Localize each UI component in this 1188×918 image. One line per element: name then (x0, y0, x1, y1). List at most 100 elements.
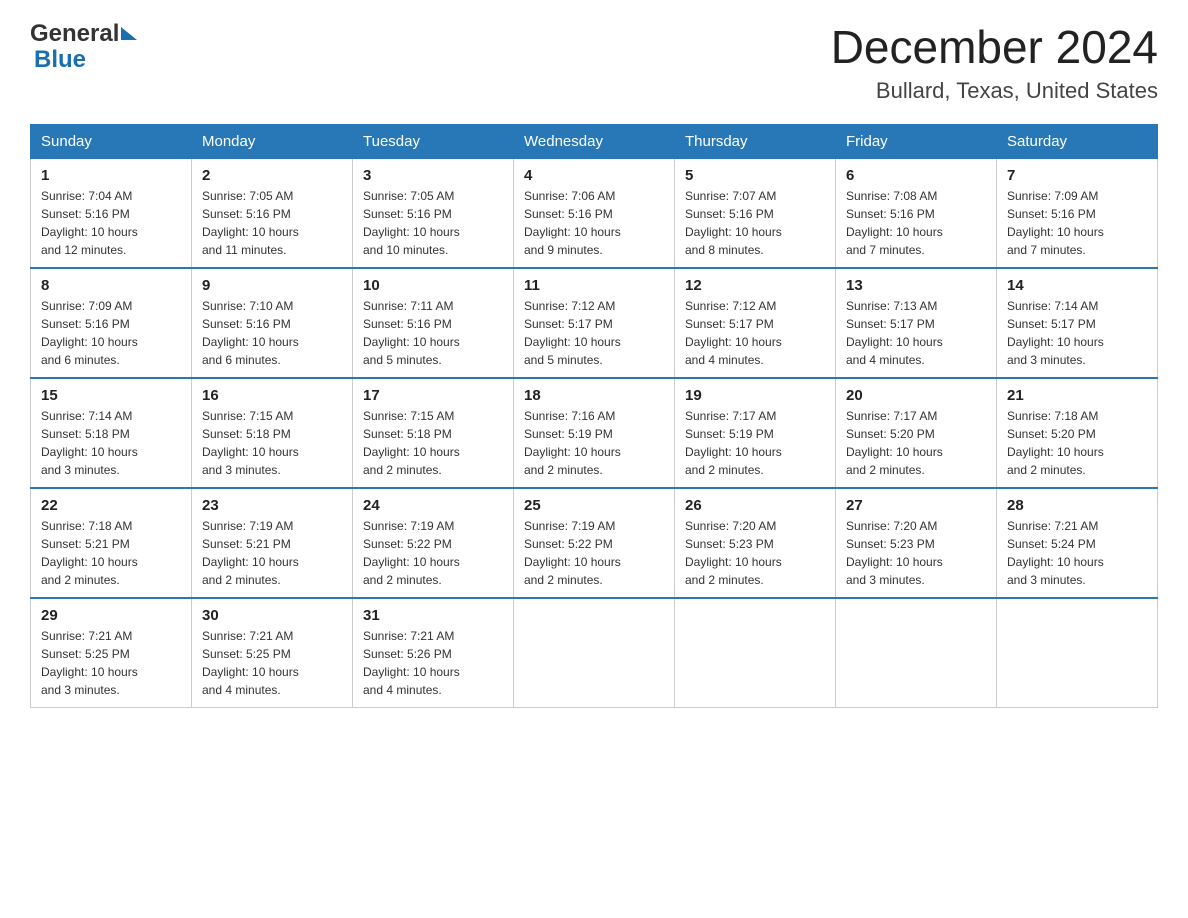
logo: General Blue (30, 20, 137, 74)
day-number: 22 (41, 497, 181, 514)
day-info: Sunrise: 7:20 AMSunset: 5:23 PMDaylight:… (685, 519, 782, 587)
day-number: 13 (846, 277, 986, 294)
day-number: 29 (41, 607, 181, 624)
calendar-week-3: 15 Sunrise: 7:14 AMSunset: 5:18 PMDaylig… (31, 378, 1158, 488)
logo-blue-text: Blue (34, 46, 86, 74)
day-number: 9 (202, 277, 342, 294)
calendar-week-4: 22 Sunrise: 7:18 AMSunset: 5:21 PMDaylig… (31, 488, 1158, 598)
day-info: Sunrise: 7:09 AMSunset: 5:16 PMDaylight:… (1007, 189, 1104, 257)
calendar-cell: 17 Sunrise: 7:15 AMSunset: 5:18 PMDaylig… (353, 378, 514, 488)
calendar-cell: 22 Sunrise: 7:18 AMSunset: 5:21 PMDaylig… (31, 488, 192, 598)
day-number: 30 (202, 607, 342, 624)
day-info: Sunrise: 7:21 AMSunset: 5:25 PMDaylight:… (41, 629, 138, 697)
calendar-cell: 26 Sunrise: 7:20 AMSunset: 5:23 PMDaylig… (675, 488, 836, 598)
day-info: Sunrise: 7:05 AMSunset: 5:16 PMDaylight:… (363, 189, 460, 257)
calendar-cell: 23 Sunrise: 7:19 AMSunset: 5:21 PMDaylig… (192, 488, 353, 598)
calendar-cell: 16 Sunrise: 7:15 AMSunset: 5:18 PMDaylig… (192, 378, 353, 488)
day-info: Sunrise: 7:12 AMSunset: 5:17 PMDaylight:… (685, 299, 782, 367)
day-info: Sunrise: 7:07 AMSunset: 5:16 PMDaylight:… (685, 189, 782, 257)
calendar-cell: 29 Sunrise: 7:21 AMSunset: 5:25 PMDaylig… (31, 598, 192, 708)
day-info: Sunrise: 7:21 AMSunset: 5:25 PMDaylight:… (202, 629, 299, 697)
day-info: Sunrise: 7:12 AMSunset: 5:17 PMDaylight:… (524, 299, 621, 367)
day-info: Sunrise: 7:21 AMSunset: 5:24 PMDaylight:… (1007, 519, 1104, 587)
calendar-cell: 13 Sunrise: 7:13 AMSunset: 5:17 PMDaylig… (836, 268, 997, 378)
day-number: 18 (524, 387, 664, 404)
calendar-cell: 2 Sunrise: 7:05 AMSunset: 5:16 PMDayligh… (192, 159, 353, 269)
day-info: Sunrise: 7:05 AMSunset: 5:16 PMDaylight:… (202, 189, 299, 257)
day-info: Sunrise: 7:17 AMSunset: 5:20 PMDaylight:… (846, 409, 943, 477)
day-number: 25 (524, 497, 664, 514)
col-thursday: Thursday (675, 125, 836, 159)
day-number: 7 (1007, 167, 1147, 184)
calendar-cell: 6 Sunrise: 7:08 AMSunset: 5:16 PMDayligh… (836, 159, 997, 269)
calendar-cell: 18 Sunrise: 7:16 AMSunset: 5:19 PMDaylig… (514, 378, 675, 488)
day-info: Sunrise: 7:04 AMSunset: 5:16 PMDaylight:… (41, 189, 138, 257)
day-info: Sunrise: 7:10 AMSunset: 5:16 PMDaylight:… (202, 299, 299, 367)
calendar-cell: 14 Sunrise: 7:14 AMSunset: 5:17 PMDaylig… (997, 268, 1158, 378)
day-info: Sunrise: 7:19 AMSunset: 5:22 PMDaylight:… (363, 519, 460, 587)
calendar-cell: 15 Sunrise: 7:14 AMSunset: 5:18 PMDaylig… (31, 378, 192, 488)
day-number: 12 (685, 277, 825, 294)
calendar-cell: 27 Sunrise: 7:20 AMSunset: 5:23 PMDaylig… (836, 488, 997, 598)
day-number: 4 (524, 167, 664, 184)
calendar-cell: 19 Sunrise: 7:17 AMSunset: 5:19 PMDaylig… (675, 378, 836, 488)
day-info: Sunrise: 7:19 AMSunset: 5:22 PMDaylight:… (524, 519, 621, 587)
calendar-cell: 24 Sunrise: 7:19 AMSunset: 5:22 PMDaylig… (353, 488, 514, 598)
day-number: 23 (202, 497, 342, 514)
page-header: General Blue December 2024 Bullard, Texa… (30, 20, 1158, 104)
calendar-cell (836, 598, 997, 708)
col-monday: Monday (192, 125, 353, 159)
calendar-cell (675, 598, 836, 708)
col-tuesday: Tuesday (353, 125, 514, 159)
calendar-cell: 11 Sunrise: 7:12 AMSunset: 5:17 PMDaylig… (514, 268, 675, 378)
day-info: Sunrise: 7:18 AMSunset: 5:21 PMDaylight:… (41, 519, 138, 587)
day-number: 27 (846, 497, 986, 514)
day-number: 3 (363, 167, 503, 184)
day-info: Sunrise: 7:19 AMSunset: 5:21 PMDaylight:… (202, 519, 299, 587)
day-number: 11 (524, 277, 664, 294)
day-info: Sunrise: 7:14 AMSunset: 5:17 PMDaylight:… (1007, 299, 1104, 367)
calendar-cell: 5 Sunrise: 7:07 AMSunset: 5:16 PMDayligh… (675, 159, 836, 269)
day-info: Sunrise: 7:21 AMSunset: 5:26 PMDaylight:… (363, 629, 460, 697)
calendar-title-block: December 2024 Bullard, Texas, United Sta… (831, 20, 1158, 104)
day-info: Sunrise: 7:17 AMSunset: 5:19 PMDaylight:… (685, 409, 782, 477)
day-number: 8 (41, 277, 181, 294)
calendar-week-1: 1 Sunrise: 7:04 AMSunset: 5:16 PMDayligh… (31, 159, 1158, 269)
calendar-cell: 10 Sunrise: 7:11 AMSunset: 5:16 PMDaylig… (353, 268, 514, 378)
day-number: 6 (846, 167, 986, 184)
day-number: 15 (41, 387, 181, 404)
logo-arrow-icon (121, 27, 137, 40)
day-number: 26 (685, 497, 825, 514)
day-info: Sunrise: 7:14 AMSunset: 5:18 PMDaylight:… (41, 409, 138, 477)
day-number: 2 (202, 167, 342, 184)
day-info: Sunrise: 7:09 AMSunset: 5:16 PMDaylight:… (41, 299, 138, 367)
day-number: 21 (1007, 387, 1147, 404)
calendar-subtitle: Bullard, Texas, United States (831, 78, 1158, 104)
day-number: 20 (846, 387, 986, 404)
calendar-cell: 9 Sunrise: 7:10 AMSunset: 5:16 PMDayligh… (192, 268, 353, 378)
day-number: 16 (202, 387, 342, 404)
calendar-table: Sunday Monday Tuesday Wednesday Thursday… (30, 124, 1158, 708)
day-number: 31 (363, 607, 503, 624)
day-number: 28 (1007, 497, 1147, 514)
day-info: Sunrise: 7:15 AMSunset: 5:18 PMDaylight:… (202, 409, 299, 477)
logo-general-text: General (30, 20, 119, 48)
day-number: 19 (685, 387, 825, 404)
day-number: 1 (41, 167, 181, 184)
calendar-cell: 7 Sunrise: 7:09 AMSunset: 5:16 PMDayligh… (997, 159, 1158, 269)
calendar-cell: 12 Sunrise: 7:12 AMSunset: 5:17 PMDaylig… (675, 268, 836, 378)
calendar-header-row: Sunday Monday Tuesday Wednesday Thursday… (31, 125, 1158, 159)
calendar-cell: 8 Sunrise: 7:09 AMSunset: 5:16 PMDayligh… (31, 268, 192, 378)
col-friday: Friday (836, 125, 997, 159)
calendar-cell: 21 Sunrise: 7:18 AMSunset: 5:20 PMDaylig… (997, 378, 1158, 488)
day-number: 5 (685, 167, 825, 184)
col-saturday: Saturday (997, 125, 1158, 159)
calendar-cell: 3 Sunrise: 7:05 AMSunset: 5:16 PMDayligh… (353, 159, 514, 269)
day-info: Sunrise: 7:15 AMSunset: 5:18 PMDaylight:… (363, 409, 460, 477)
day-info: Sunrise: 7:16 AMSunset: 5:19 PMDaylight:… (524, 409, 621, 477)
calendar-cell: 4 Sunrise: 7:06 AMSunset: 5:16 PMDayligh… (514, 159, 675, 269)
calendar-cell (997, 598, 1158, 708)
day-info: Sunrise: 7:06 AMSunset: 5:16 PMDaylight:… (524, 189, 621, 257)
day-info: Sunrise: 7:08 AMSunset: 5:16 PMDaylight:… (846, 189, 943, 257)
calendar-cell (514, 598, 675, 708)
